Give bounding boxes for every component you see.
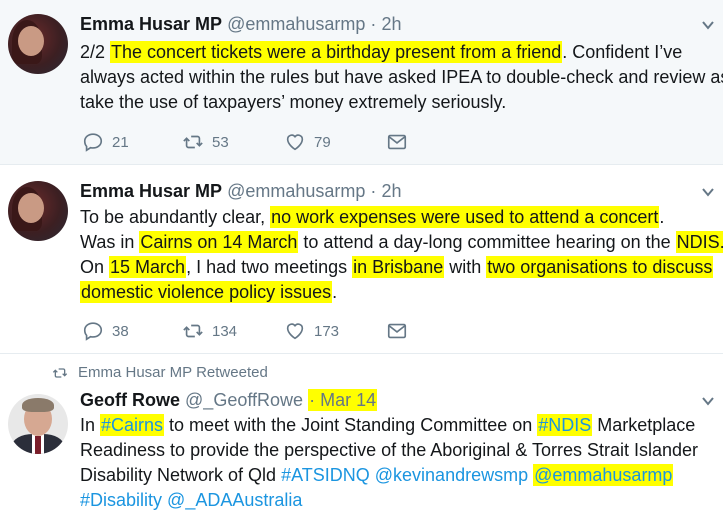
reply-icon: [83, 133, 103, 152]
like-button[interactable]: 173: [284, 320, 339, 342]
tweet-text-segment: . Confident I’ve: [562, 42, 683, 62]
tweet-text-segment: to meet with the Joint Standing Committe…: [164, 415, 538, 435]
tweet-text-line: Was in Cairns on 14 March to attend a da…: [80, 230, 723, 255]
highlighted-text: NDIS.: [675, 231, 723, 253]
tweet-text-segment: In: [80, 415, 101, 435]
tweet-text-line: domestic violence policy issues.: [80, 280, 720, 305]
author-handle[interactable]: @emmahusarmp: [227, 14, 365, 34]
envelope-icon: [387, 323, 407, 339]
avatar-hair: [22, 398, 54, 412]
envelope-icon: [387, 134, 407, 150]
tweet-text-line: 2/2 The concert tickets were a birthday …: [80, 40, 720, 65]
reply-count: 21: [112, 133, 129, 151]
tweet-text: 2/2 The concert tickets were a birthday …: [80, 40, 723, 115]
tweet-2[interactable]: Emma Husar MP @emmahusarmp · 2h To be ab…: [0, 164, 723, 353]
author-handle[interactable]: @emmahusarmp: [227, 181, 365, 201]
retweet-context: Emma Husar MP Retweeted: [52, 364, 268, 381]
tweet-header: Emma Husar MP @emmahusarmp · 2h: [80, 14, 401, 35]
tweet-link[interactable]: @_ADAAustralia: [167, 490, 302, 510]
tweet-text-line: Readiness to provide the perspective of …: [80, 438, 720, 463]
tweet-3[interactable]: Emma Husar MP Retweeted Geoff Rowe @_Geo…: [0, 353, 723, 522]
tweet-text-segment: .: [659, 207, 665, 227]
heart-icon: [286, 323, 304, 340]
tweet-link[interactable]: #NDIS: [537, 414, 593, 436]
tweet-text-segment: Was in: [80, 232, 140, 252]
tweet-link[interactable]: #ATSIDNQ: [281, 465, 370, 485]
dm-button[interactable]: [386, 320, 408, 342]
highlighted-text: in Brisbane: [352, 256, 445, 278]
author-name[interactable]: Emma Husar MP: [80, 14, 222, 34]
tweet-text-segment: To be abundantly clear,: [80, 207, 271, 227]
reply-button[interactable]: 38: [82, 320, 129, 342]
retweet-button[interactable]: 134: [182, 320, 237, 342]
tweet-text-segment: Marketplace: [592, 415, 696, 435]
avatar[interactable]: [8, 394, 68, 454]
tweet-text-line: Disability Network of Qld #ATSIDNQ @kevi…: [80, 463, 720, 488]
tweet-text-segment: On: [80, 257, 110, 277]
highlighted-text: Cairns on 14 March: [139, 231, 299, 253]
tweet-link[interactable]: @kevinandrewsmp: [375, 465, 528, 485]
separator-dot: ·: [370, 181, 377, 201]
separator-dot: ·: [370, 14, 377, 34]
tweet-text-segment: take the use of taxpayers’ money extreme…: [80, 92, 507, 112]
tweet-text: To be abundantly clear, no work expenses…: [80, 205, 723, 305]
highlighted-text: domestic violence policy issues: [80, 281, 333, 303]
tweet-1[interactable]: Emma Husar MP @emmahusarmp · 2h 2/2 The …: [0, 0, 723, 164]
avatar[interactable]: [8, 14, 68, 74]
highlighted-text: no work expenses were used to attend a c…: [270, 206, 660, 228]
retweet-icon: [183, 135, 203, 149]
tweet-text-line: In #Cairns to meet with the Joint Standi…: [80, 413, 720, 438]
reply-button[interactable]: 21: [82, 131, 129, 153]
reply-count: 38: [112, 322, 129, 340]
tweet-text-segment: Disability Network of Qld: [80, 465, 282, 485]
tweet-link[interactable]: #Cairns: [100, 414, 165, 436]
retweet-count: 53: [212, 133, 229, 151]
retweet-icon: [183, 324, 203, 338]
highlighted-text: The concert tickets were a birthday pres…: [110, 41, 563, 63]
reply-icon: [83, 322, 103, 341]
tweet-text-segment: to attend a day-long committee hearing o…: [298, 232, 676, 252]
tweet-text-line: take the use of taxpayers’ money extreme…: [80, 90, 720, 115]
highlighted-text: two organisations to discuss: [486, 256, 714, 278]
tweet-text-line: To be abundantly clear, no work expenses…: [80, 205, 720, 230]
retweet-button[interactable]: 53: [182, 131, 229, 153]
avatar-tie: [35, 436, 41, 454]
retweet-label[interactable]: Emma Husar MP Retweeted: [78, 364, 268, 381]
author-name[interactable]: Geoff Rowe: [80, 390, 180, 410]
tweet-text: In #Cairns to meet with the Joint Standi…: [80, 413, 720, 513]
tweet-text-segment: .: [332, 282, 338, 302]
tweet-time[interactable]: Mar 14: [320, 390, 376, 410]
like-count: 173: [314, 322, 340, 340]
retweet-icon: [52, 367, 68, 378]
author-name[interactable]: Emma Husar MP: [80, 181, 222, 201]
author-handle[interactable]: @_GeoffRowe: [185, 390, 303, 410]
tweet-text-segment: always acted within the rules but have a…: [80, 67, 723, 87]
tweet-header: Geoff Rowe @_GeoffRowe · Mar 14: [80, 389, 378, 411]
tweet-text-segment: , I had two meetings: [186, 257, 353, 277]
dm-button[interactable]: [386, 131, 408, 153]
chevron-down-icon[interactable]: [701, 185, 715, 199]
tweet-time[interactable]: 2h: [381, 14, 401, 34]
tweet-text-line: always acted within the rules but have a…: [80, 65, 723, 90]
avatar[interactable]: [8, 181, 68, 241]
tweet-text-segment: with: [444, 257, 487, 277]
tweet-link[interactable]: @emmahusarmp: [533, 464, 674, 486]
heart-icon: [286, 134, 304, 151]
tweet-text-segment: Readiness to provide the perspective of …: [80, 440, 699, 460]
tweet-time[interactable]: 2h: [381, 181, 401, 201]
tweet-header: Emma Husar MP @emmahusarmp · 2h: [80, 181, 401, 202]
chevron-down-icon[interactable]: [701, 394, 715, 408]
like-button[interactable]: 79: [284, 131, 331, 153]
tweet-text-segment: 2/2: [80, 42, 111, 62]
separator-dot: ·: [309, 390, 316, 410]
retweet-count: 134: [212, 322, 238, 340]
tweet-text-line: #Disability @_ADAAustralia: [80, 488, 720, 513]
tweet-text-line: On 15 March, I had two meetings in Brisb…: [80, 255, 720, 280]
tweet-link[interactable]: #Disability: [80, 490, 162, 510]
like-count: 79: [314, 133, 331, 151]
chevron-down-icon[interactable]: [701, 18, 715, 32]
highlighted-text: 15 March: [109, 256, 187, 278]
